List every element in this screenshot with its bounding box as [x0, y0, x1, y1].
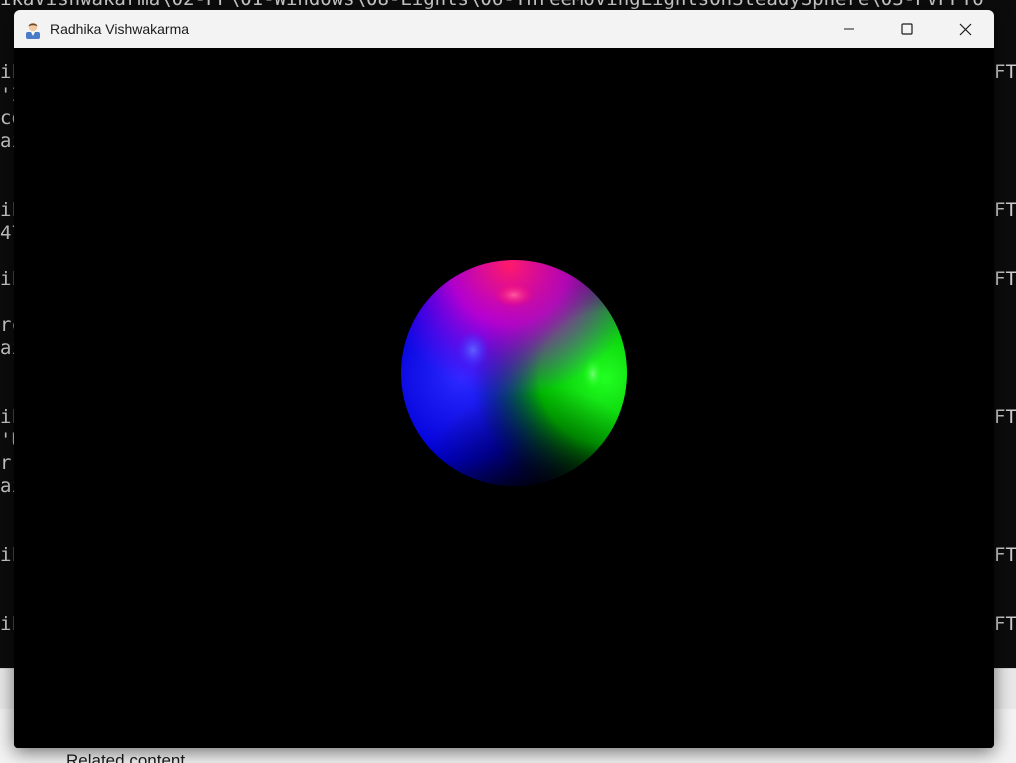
- console-line-fragment: ai: [0, 130, 14, 152]
- console-line-fragment: ai: [0, 475, 14, 497]
- console-line-fragment: FTo: [994, 199, 1016, 221]
- console-line-fragment: ik: [0, 544, 14, 566]
- console-line-fragment: 'U: [0, 429, 14, 451]
- console-line-fragment: ik: [0, 199, 14, 221]
- console-line-fragment: 'I: [0, 84, 14, 106]
- console-line-fragment: FTo: [994, 268, 1016, 290]
- console-line-fragment: rc: [0, 314, 14, 336]
- console-line-fragment: FTo: [994, 406, 1016, 428]
- console-line-fragment: r: [0, 452, 12, 474]
- maximize-button[interactable]: [878, 10, 936, 48]
- render-canvas[interactable]: [14, 48, 994, 748]
- console-line-fragment: ai: [0, 337, 14, 359]
- console-line-fragment: ik: [0, 61, 14, 83]
- background-document-heading: Related content: [66, 751, 186, 763]
- app-window[interactable]: Radhika Vishwakarma: [14, 10, 994, 748]
- console-line-fragment: co: [0, 107, 14, 129]
- console-line-fragment: ik: [0, 613, 14, 635]
- desktop: ikaVishwakarma\02-PP\01-Windows\08-Light…: [0, 0, 1016, 763]
- minimize-icon: [844, 28, 854, 30]
- console-line-fragment: 47: [0, 222, 14, 244]
- maximize-icon: [901, 23, 913, 35]
- close-button[interactable]: [936, 10, 994, 48]
- caption-buttons: [820, 10, 994, 48]
- minimize-button[interactable]: [820, 10, 878, 48]
- window-title: Radhika Vishwakarma: [50, 21, 190, 37]
- console-line-fragment: FTo: [994, 544, 1016, 566]
- console-line-fragment: FTo: [994, 61, 1016, 83]
- console-line-fragment: ik: [0, 268, 14, 290]
- title-bar[interactable]: Radhika Vishwakarma: [14, 10, 994, 48]
- lit-sphere: [401, 260, 627, 486]
- close-icon: [959, 23, 971, 35]
- user-avatar-icon: [26, 22, 40, 39]
- console-line-fragment: ik: [0, 406, 14, 428]
- console-line-fragment: FTo: [994, 613, 1016, 635]
